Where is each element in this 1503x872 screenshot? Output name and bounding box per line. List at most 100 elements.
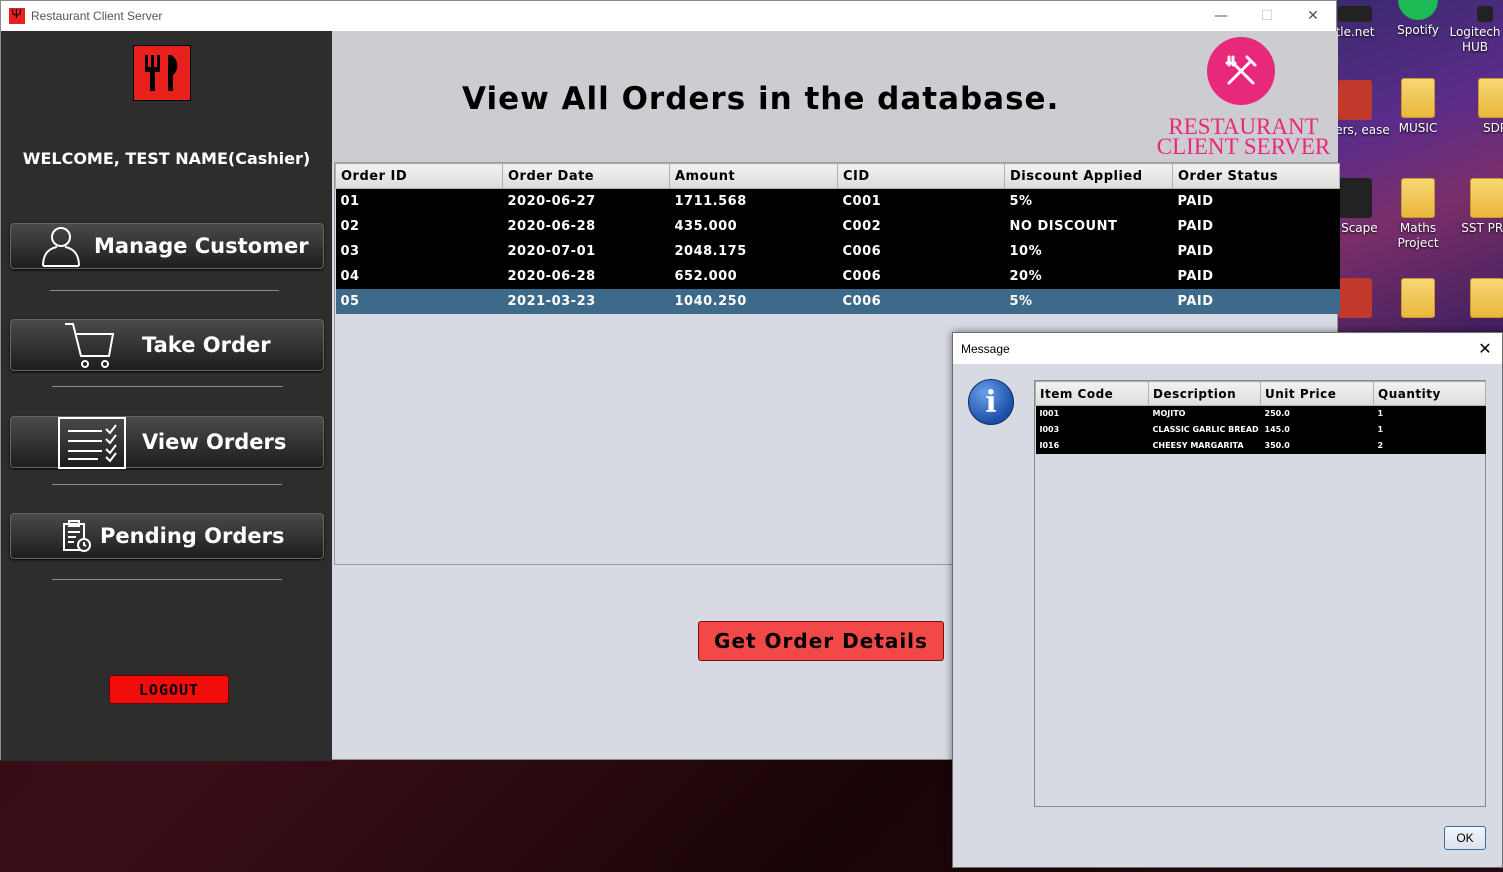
- nav-label: Take Order: [142, 333, 271, 357]
- divider: [52, 484, 282, 485]
- app-icon: [1338, 6, 1372, 22]
- window-titlebar[interactable]: Restaurant Client Server — ☐ ✕: [1, 1, 1336, 31]
- column-header[interactable]: CID: [837, 163, 1005, 189]
- table-cell: 1: [1373, 405, 1486, 422]
- table-cell: 5%: [1004, 188, 1173, 214]
- sidebar: WELCOME, TEST NAME(Cashier) Manage Custo…: [1, 31, 332, 761]
- desktop-icon-spotify[interactable]: Spotify: [1380, 0, 1456, 37]
- table-cell: CHEESY MARGARITA: [1148, 437, 1261, 454]
- column-header[interactable]: Order ID: [335, 163, 503, 189]
- close-button[interactable]: ✕: [1290, 1, 1336, 31]
- get-order-details-button[interactable]: Get Order Details: [698, 621, 944, 661]
- table-cell: 05: [335, 288, 503, 314]
- table-cell: PAID: [1172, 188, 1340, 214]
- order-items-panel[interactable]: Item Code Description Unit Price Quantit…: [1034, 380, 1486, 807]
- table-cell: 2048.175: [669, 238, 838, 264]
- table-cell: 2020-06-28: [502, 213, 670, 239]
- table-cell: C001: [837, 188, 1005, 214]
- desktop-icon-label: Maths Project: [1397, 221, 1439, 250]
- column-header[interactable]: Order Date: [502, 163, 670, 189]
- desktop-icon-label: Logitech HUB: [1449, 25, 1501, 54]
- table-cell: PAID: [1172, 288, 1340, 314]
- app-icon: [1338, 80, 1372, 120]
- divider: [50, 290, 279, 291]
- table-cell: C006: [837, 263, 1005, 289]
- orders-table: Order ID Order Date Amount CID Discount …: [335, 163, 1340, 314]
- window-controls: — ☐ ✕: [1198, 1, 1336, 31]
- info-icon: i: [968, 379, 1014, 425]
- table-row-selected[interactable]: 05 2021-03-23 1040.250 C006 5% PAID: [335, 288, 1340, 314]
- table-cell: 2020-06-27: [502, 188, 670, 214]
- desktop-icon-sdp[interactable]: SDP: [1457, 78, 1503, 135]
- desktop-icon-label: Spotify: [1397, 23, 1439, 37]
- view-orders-button[interactable]: View Orders: [10, 416, 324, 469]
- table-row[interactable]: 03 2020-07-01 2048.175 C006 10% PAID: [335, 238, 1340, 264]
- minimize-button[interactable]: —: [1198, 1, 1244, 31]
- table-row[interactable]: 04 2020-06-28 652.000 C006 20% PAID: [335, 263, 1340, 289]
- column-header[interactable]: Discount Applied: [1004, 163, 1173, 189]
- table-row[interactable]: 02 2020-06-28 435.000 C002 NO DISCOUNT P…: [335, 213, 1340, 239]
- desktop-icon-sst-pro[interactable]: SST PRO: [1449, 178, 1503, 235]
- table-cell: 03: [335, 238, 503, 264]
- table-cell: 145.0: [1260, 421, 1374, 438]
- table-cell: 10%: [1004, 238, 1173, 264]
- manage-customer-button[interactable]: Manage Customer: [10, 223, 324, 269]
- table-cell: 02: [335, 213, 503, 239]
- ok-button[interactable]: OK: [1444, 826, 1486, 850]
- table-cell: C002: [837, 213, 1005, 239]
- window-title: Restaurant Client Server: [31, 9, 163, 23]
- table-cell: 1711.568: [669, 188, 838, 214]
- desktop-icon-partial[interactable]: [1380, 278, 1456, 321]
- folder-icon: [1478, 78, 1503, 118]
- table-cell: PAID: [1172, 238, 1340, 264]
- column-header[interactable]: Item Code: [1035, 381, 1149, 406]
- table-cell: 2021-03-23: [502, 288, 670, 314]
- desktop: tle.net Spotify Logitech HUB apers, ease…: [1320, 0, 1503, 340]
- table-cell: I016: [1035, 437, 1149, 454]
- desktop-icon-label: SDP: [1482, 121, 1503, 135]
- folder-icon: [1401, 78, 1435, 118]
- nav-label: Manage Customer: [94, 234, 309, 258]
- table-row[interactable]: 01 2020-06-27 1711.568 C001 5% PAID: [335, 188, 1340, 214]
- column-header[interactable]: Quantity: [1373, 381, 1486, 406]
- app-icon: [1338, 278, 1372, 318]
- table-cell: 2: [1373, 437, 1486, 454]
- desktop-icon-maths-project[interactable]: Maths Project: [1380, 178, 1456, 251]
- table-row[interactable]: I001 MOJITO 250.0 1: [1035, 405, 1486, 422]
- take-order-button[interactable]: Take Order: [10, 319, 324, 371]
- table-cell: 350.0: [1260, 437, 1374, 454]
- logout-button[interactable]: LOGOUT: [109, 675, 229, 704]
- divider: [52, 386, 283, 387]
- dialog-titlebar[interactable]: Message ✕: [953, 333, 1502, 364]
- nav-label: View Orders: [142, 430, 287, 454]
- desktop-icon-logitech[interactable]: Logitech HUB: [1447, 6, 1503, 55]
- pending-orders-button[interactable]: Pending Orders: [10, 513, 324, 559]
- checklist-icon: [58, 417, 126, 469]
- table-cell: C006: [837, 288, 1005, 314]
- desktop-icon-music[interactable]: MUSIC: [1380, 78, 1456, 135]
- table-cell: MOJITO: [1148, 405, 1261, 422]
- logitech-icon: [1477, 6, 1493, 22]
- column-header[interactable]: Amount: [669, 163, 838, 189]
- desktop-icon-label: SST PRO: [1461, 221, 1503, 235]
- column-header[interactable]: Unit Price: [1260, 381, 1374, 406]
- folder-icon: [1401, 178, 1435, 218]
- desktop-icon-label: MUSIC: [1398, 121, 1438, 135]
- table-cell: 5%: [1004, 288, 1173, 314]
- table-cell: PAID: [1172, 213, 1340, 239]
- message-dialog: Message ✕ i Item Code Description Unit P…: [952, 332, 1503, 868]
- desktop-icon-partial[interactable]: [1449, 278, 1503, 321]
- column-header[interactable]: Description: [1148, 381, 1261, 406]
- items-header-row: Item Code Description Unit Price Quantit…: [1035, 381, 1486, 406]
- table-row[interactable]: I016 CHEESY MARGARITA 350.0 2: [1035, 437, 1486, 454]
- column-header[interactable]: Order Status: [1172, 163, 1340, 189]
- dialog-close-button[interactable]: ✕: [1468, 339, 1502, 359]
- table-row[interactable]: I003 CLASSIC GARLIC BREAD 145.0 1: [1035, 421, 1486, 438]
- table-cell: I003: [1035, 421, 1149, 438]
- fork-knife-icon: [145, 55, 178, 91]
- maximize-button[interactable]: ☐: [1244, 1, 1290, 31]
- divider: [52, 579, 282, 580]
- app-logo-icon: [9, 6, 25, 24]
- table-cell: 1040.250: [669, 288, 838, 314]
- folder-icon: [1470, 278, 1503, 318]
